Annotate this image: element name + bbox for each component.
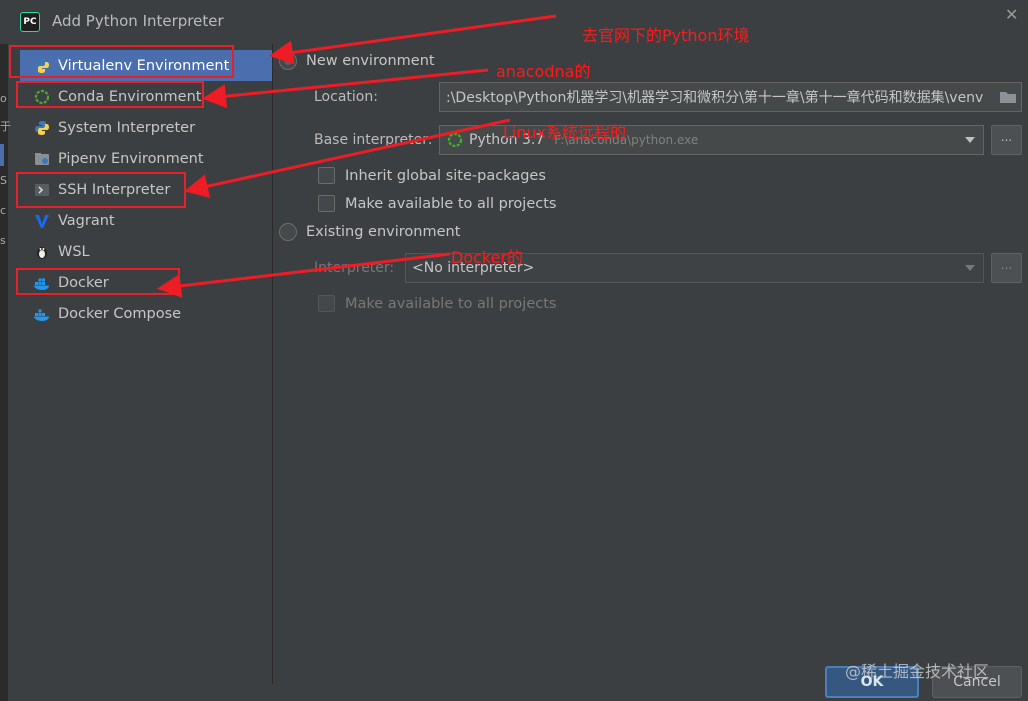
sidebar-item-conda[interactable]: Conda Environment xyxy=(20,81,272,112)
base-interpreter-label: Base interpreter: xyxy=(314,132,433,148)
edge-char: o xyxy=(0,92,7,105)
sidebar-item-docker[interactable]: Docker xyxy=(20,267,272,298)
sidebar-item-system-interpreter[interactable]: System Interpreter xyxy=(20,112,272,143)
edge-char: S xyxy=(0,174,7,187)
ssh-terminal-icon xyxy=(33,181,51,199)
watermark: @稀土掘金技术社区 xyxy=(845,662,990,681)
sidebar-item-docker-compose[interactable]: Docker Compose xyxy=(20,298,272,329)
chevron-down-icon xyxy=(965,265,975,271)
chevron-down-icon xyxy=(965,137,975,143)
new-environment-label: New environment xyxy=(306,53,435,69)
sidebar-item-pipenv[interactable]: Pipenv Environment xyxy=(20,143,272,174)
radio-button[interactable] xyxy=(279,223,297,241)
close-icon[interactable]: ✕ xyxy=(1005,5,1018,24)
sidebar-item-label: Pipenv Environment xyxy=(58,150,204,167)
sidebar-item-label: Conda Environment xyxy=(58,88,202,105)
docker-icon xyxy=(33,274,51,292)
python-icon xyxy=(33,119,51,137)
sidebar-item-label: SSH Interpreter xyxy=(58,181,171,198)
existing-environment-label: Existing environment xyxy=(306,224,461,240)
edge-selection xyxy=(0,144,4,166)
location-field[interactable]: :\Desktop\Python机器学习\机器学习和微积分\第十一章\第十一章代… xyxy=(439,82,1022,112)
folder-icon[interactable] xyxy=(999,89,1017,109)
new-environment-radio[interactable]: New environment xyxy=(279,52,435,70)
sidebar-item-label: Docker Compose xyxy=(58,305,182,322)
annotation-text-conda: anacodna的 xyxy=(496,62,591,81)
background-window-edge: o 于 S c s xyxy=(0,44,11,701)
inherit-site-packages-checkbox[interactable]: Inherit global site-packages xyxy=(318,167,546,184)
virtualenv-icon xyxy=(33,57,51,75)
checkbox[interactable] xyxy=(318,295,335,312)
sidebar-item-label: Docker xyxy=(58,274,109,291)
radio-button[interactable] xyxy=(279,52,297,70)
location-value: :\Desktop\Python机器学习\机器学习和微积分\第十一章\第十一章代… xyxy=(446,90,984,106)
interpreter-type-list: Virtualenv Environment Conda Environment… xyxy=(10,44,273,684)
edge-char: s xyxy=(0,234,6,247)
pipenv-icon xyxy=(33,150,51,168)
sidebar-item-virtualenv[interactable]: Virtualenv Environment xyxy=(20,50,272,81)
linux-penguin-icon xyxy=(33,243,51,261)
dialog-title: Add Python Interpreter xyxy=(52,12,224,30)
sidebar-item-label: WSL xyxy=(58,243,90,260)
sidebar-item-label: Vagrant xyxy=(58,212,115,229)
title-bar: PC Add Python Interpreter ✕ xyxy=(0,0,1028,44)
pycharm-app-icon: PC xyxy=(20,12,40,32)
make-available-new-checkbox[interactable]: Make available to all projects xyxy=(318,195,556,212)
checkbox[interactable] xyxy=(318,167,335,184)
sidebar-item-label: System Interpreter xyxy=(58,119,196,136)
location-label: Location: xyxy=(314,89,378,105)
annotation-text-virtualenv: 去官网下的Python环境 xyxy=(582,26,750,45)
annotation-text-docker: Docker的 xyxy=(451,248,524,267)
edge-char: c xyxy=(0,204,7,217)
conda-icon xyxy=(33,88,51,106)
sidebar-item-ssh[interactable]: SSH Interpreter xyxy=(20,174,272,205)
existing-environment-radio[interactable]: Existing environment xyxy=(279,223,460,241)
conda-icon xyxy=(447,132,463,148)
sidebar-item-wsl[interactable]: WSL xyxy=(20,236,272,267)
interpreter-label: Interpreter: xyxy=(314,260,395,276)
sidebar-item-vagrant[interactable]: Vagrant xyxy=(20,205,272,236)
inherit-label: Inherit global site-packages xyxy=(345,167,546,184)
annotation-text-ssh: Linux系统远程的 xyxy=(503,123,627,142)
interpreter-browse-button[interactable]: ... xyxy=(991,253,1022,283)
make-available-label: Make available to all projects xyxy=(345,295,557,312)
checkbox[interactable] xyxy=(318,195,335,212)
sidebar-item-label: Virtualenv Environment xyxy=(58,57,230,74)
make-available-label: Make available to all projects xyxy=(345,195,557,212)
base-interpreter-browse-button[interactable]: ... xyxy=(991,125,1022,155)
make-available-existing-checkbox[interactable]: Make available to all projects xyxy=(318,295,556,312)
vagrant-icon xyxy=(33,212,51,230)
docker-compose-icon xyxy=(33,305,51,323)
